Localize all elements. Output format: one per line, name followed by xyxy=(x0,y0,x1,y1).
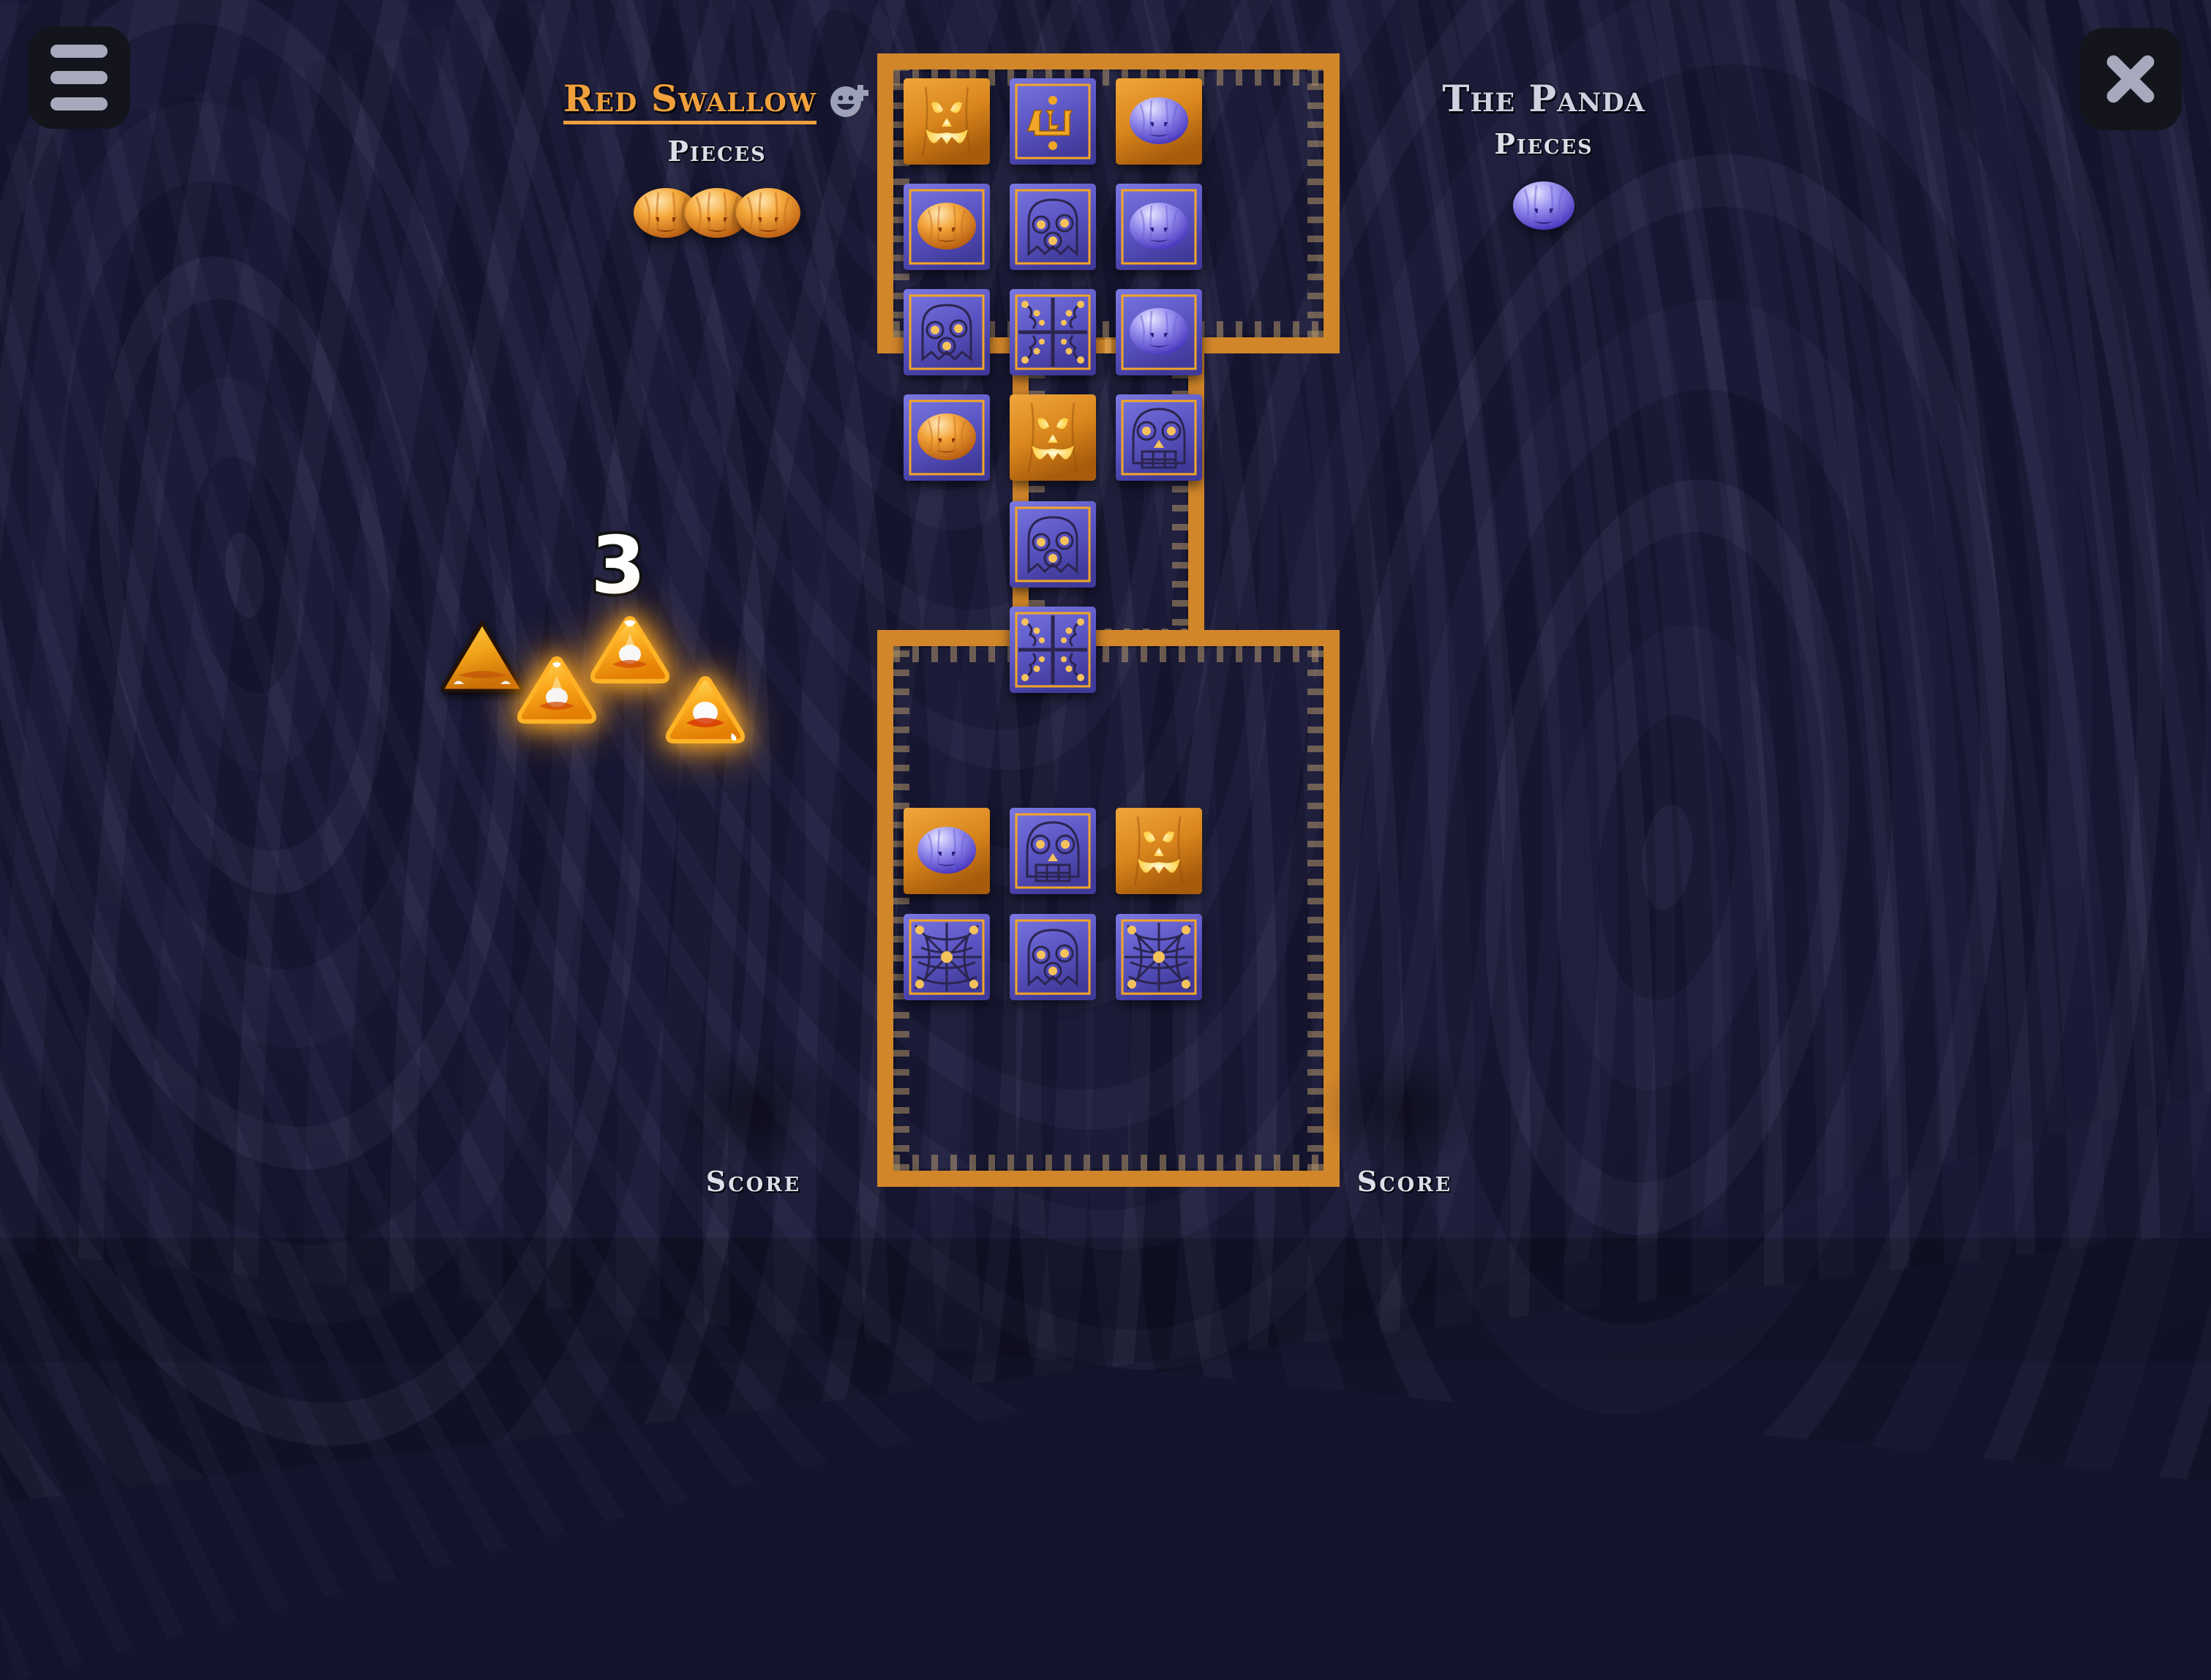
board-tile-r3c1[interactable] xyxy=(1010,394,1096,481)
game-board xyxy=(877,53,1340,1187)
player-name-row: Red Swallow xyxy=(512,80,922,124)
board-tile-r1c0[interactable] xyxy=(904,184,990,270)
board-tile-r2c0[interactable] xyxy=(904,289,990,375)
board-tile-r1c1[interactable] xyxy=(1010,184,1096,270)
board-tile-r6c1[interactable] xyxy=(1010,808,1096,894)
close-x-icon xyxy=(2100,48,2161,110)
board-tile-r7c2[interactable] xyxy=(1116,914,1202,1000)
score-shadow-left xyxy=(669,1046,838,1171)
board-region-corridor xyxy=(1013,337,1204,645)
dice-roll-area: 3 xyxy=(432,512,812,820)
hamburger-icon-bar xyxy=(50,71,108,84)
add-friend-icon[interactable] xyxy=(828,82,871,119)
board-tile-r6c0[interactable] xyxy=(904,808,990,894)
player-panel-right: The Panda Pieces xyxy=(1339,80,1749,232)
board-tile-r4c1[interactable] xyxy=(1010,501,1096,588)
player-name-right[interactable]: The Panda xyxy=(1442,80,1645,117)
pieces-stack-right xyxy=(1339,175,1749,232)
close-button[interactable] xyxy=(2079,28,2182,130)
board-tile-r3c2[interactable] xyxy=(1116,394,1202,481)
board-tile-r0c2[interactable] xyxy=(1116,78,1202,165)
board-tile-r2c2[interactable] xyxy=(1116,289,1202,375)
hamburger-icon-bar xyxy=(50,45,108,58)
board-tile-r7c0[interactable] xyxy=(904,914,990,1000)
pieces-stack-left xyxy=(512,182,922,239)
board-tile-r7c1[interactable] xyxy=(1010,914,1096,1000)
pieces-label-left: Pieces xyxy=(667,135,767,168)
board-tile-r0c0[interactable] xyxy=(904,78,990,165)
player-panel-left: Red Swallow Pieces xyxy=(512,80,922,239)
board-tile-r6c2[interactable] xyxy=(1116,808,1202,894)
board-tile-r2c1[interactable] xyxy=(1010,289,1096,375)
board-tile-r1c2[interactable] xyxy=(1116,184,1202,270)
roll-value: 3 xyxy=(590,520,646,612)
player-name-left[interactable]: Red Swallow xyxy=(563,80,817,124)
player-name-row: The Panda xyxy=(1339,80,1749,117)
score-shadow-right xyxy=(1321,1046,1489,1171)
pieces-label-right: Pieces xyxy=(1494,127,1594,160)
hamburger-icon-bar xyxy=(50,97,108,110)
score-label-right: Score xyxy=(1356,1165,1453,1198)
board-tile-r5c1[interactable] xyxy=(1010,607,1096,693)
board-region-bottom xyxy=(877,630,1340,1187)
orange-pumpkin-piece xyxy=(733,182,803,239)
board-tile-r0c1[interactable] xyxy=(1010,78,1096,165)
score-label-left: Score xyxy=(705,1165,802,1198)
board-tile-r3c0[interactable] xyxy=(904,394,990,481)
menu-button[interactable] xyxy=(28,26,130,129)
blue-pumpkin-piece xyxy=(1509,175,1579,232)
